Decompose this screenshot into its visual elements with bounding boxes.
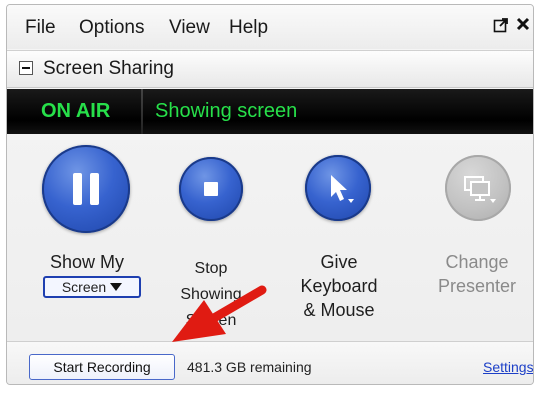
bottom-bar: Start Recording 481.3 GB remaining Setti… [7, 341, 533, 384]
give-label-line3: & Mouse [303, 300, 375, 320]
screen-select-dropdown[interactable]: Screen [43, 276, 141, 298]
popout-icon[interactable] [491, 17, 511, 37]
give-label-line2: Keyboard [300, 276, 378, 296]
stop-label-line3: Screen [185, 312, 237, 329]
screen-select-value: Screen [61, 279, 107, 295]
screen-sharing-panel: File Options View Help Screen Sharing ON… [6, 4, 534, 385]
menu-options[interactable]: Options [79, 17, 144, 39]
status-message: Showing screen [155, 100, 298, 122]
show-my-label: Show My [49, 252, 125, 272]
menu-help[interactable]: Help [229, 17, 268, 39]
storage-remaining: 481.3 GB remaining [187, 359, 312, 375]
stop-showing-button[interactable] [179, 157, 243, 221]
on-air-status: ON AIR [41, 100, 111, 122]
menu-bar: File Options View Help [7, 5, 533, 49]
give-label-line1: Give [320, 252, 358, 272]
menu-view[interactable]: View [169, 17, 210, 39]
section-header: Screen Sharing [7, 50, 533, 88]
give-keyboard-mouse-button[interactable] [305, 155, 371, 221]
stop-label-line2: Showing [180, 286, 242, 303]
close-icon[interactable] [513, 17, 533, 37]
stop-label-line1: Stop [194, 260, 228, 277]
settings-link[interactable]: Settings [483, 359, 533, 375]
presenter-screen-icon [464, 176, 496, 203]
change-label-line2: Presenter [437, 276, 517, 296]
collapse-minus-icon[interactable] [19, 61, 33, 75]
mouse-pointer-icon [331, 175, 354, 203]
change-label-line1: Change [445, 252, 509, 272]
pause-sharing-button[interactable] [42, 145, 130, 233]
chevron-down-icon [110, 283, 123, 291]
status-divider [141, 89, 143, 134]
pause-icon [73, 173, 99, 205]
menu-file[interactable]: File [25, 17, 56, 39]
stop-icon [204, 182, 218, 196]
section-title: Screen Sharing [43, 58, 174, 79]
status-bar: ON AIR Showing screen [7, 89, 533, 134]
change-presenter-button[interactable] [445, 155, 511, 221]
start-recording-button[interactable]: Start Recording [29, 354, 175, 380]
